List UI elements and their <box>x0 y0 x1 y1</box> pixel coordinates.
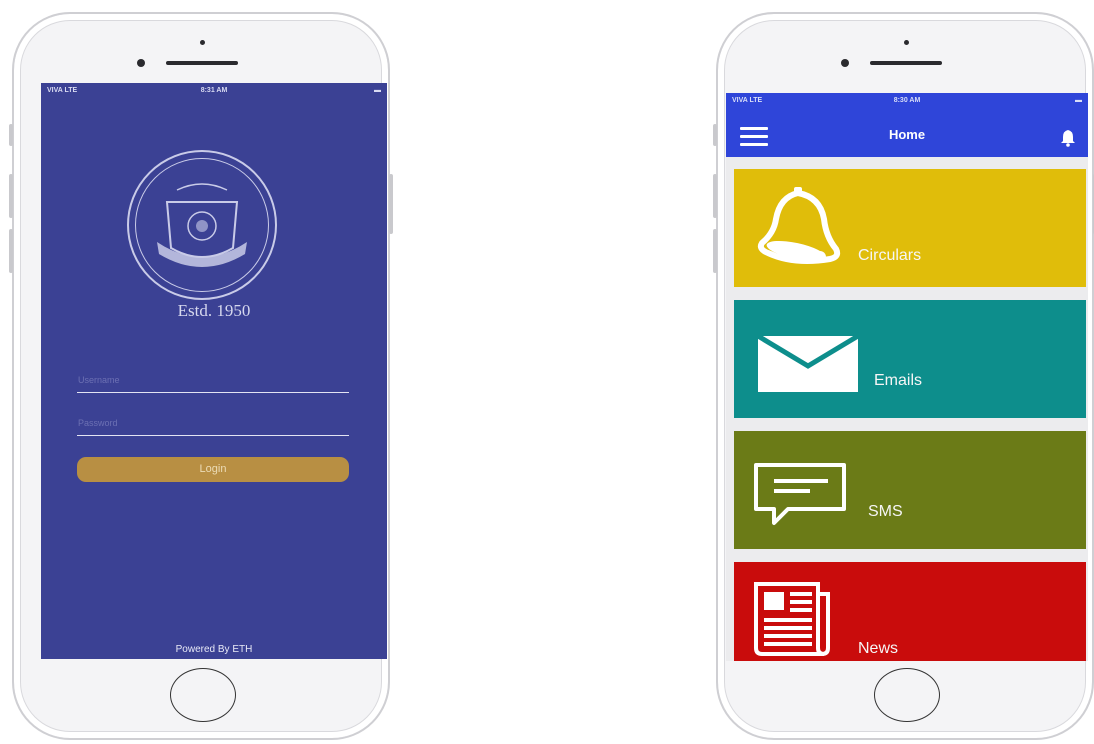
page-title: Home <box>888 127 926 142</box>
status-time: 8:30 AM <box>893 97 921 104</box>
emails-tile[interactable]: Emails <box>734 300 1086 418</box>
password-field[interactable]: Password <box>77 414 349 436</box>
home-screen: VIVA LTE 8:30 AM ▬ Home Circulars Emails… <box>726 93 1088 661</box>
established-text: Estd. 1950 <box>177 301 251 320</box>
envelope-icon <box>758 336 858 392</box>
notification-bell-icon[interactable] <box>1060 129 1076 147</box>
mute-switch <box>713 124 717 146</box>
volume-down-button <box>713 229 717 273</box>
volume-down-button <box>9 229 13 273</box>
bell-icon <box>757 187 841 264</box>
newspaper-icon <box>754 582 830 656</box>
volume-up-button <box>713 174 717 218</box>
home-button[interactable] <box>874 668 940 722</box>
sms-label: SMS <box>868 503 903 520</box>
front-camera <box>841 59 849 67</box>
news-tile[interactable]: News <box>734 562 1086 661</box>
password-placeholder: Password <box>78 418 118 428</box>
earpiece-speaker <box>870 61 942 65</box>
front-camera <box>137 59 145 67</box>
news-label: News <box>858 640 899 657</box>
username-field[interactable]: Username <box>77 371 349 393</box>
earpiece-speaker <box>166 61 238 65</box>
emails-label: Emails <box>874 372 923 389</box>
status-bar: VIVA LTE 8:30 AM ▬ <box>726 93 1088 109</box>
sensor-dot <box>904 40 909 45</box>
mute-switch <box>9 124 13 146</box>
phone-login: VIVA LTE 8:31 AM ▬ Estd. 1950 Username P… <box>9 12 393 740</box>
login-screen: VIVA LTE 8:31 AM ▬ Estd. 1950 Username P… <box>41 83 387 659</box>
powered-by-footer: Powered By ETH <box>175 644 253 655</box>
school-seal-logo <box>127 150 277 300</box>
message-icon <box>754 463 846 525</box>
battery-icon: ▬ <box>374 87 381 94</box>
circulars-tile[interactable]: Circulars <box>734 169 1086 287</box>
phone-home: VIVA LTE 8:30 AM ▬ Home Circulars Emails… <box>713 12 1094 740</box>
circulars-label: Circulars <box>858 247 922 264</box>
home-button[interactable] <box>170 668 236 722</box>
status-time: 8:31 AM <box>200 87 228 94</box>
volume-up-button <box>9 174 13 218</box>
username-placeholder: Username <box>78 375 120 385</box>
login-button[interactable]: Login <box>77 457 349 482</box>
battery-icon: ▬ <box>1075 97 1082 104</box>
power-button <box>389 174 393 234</box>
sensor-dot <box>200 40 205 45</box>
sms-tile[interactable]: SMS <box>734 431 1086 549</box>
app-header: VIVA LTE 8:30 AM ▬ Home <box>726 93 1088 157</box>
status-bar: VIVA LTE 8:31 AM ▬ <box>41 83 387 99</box>
